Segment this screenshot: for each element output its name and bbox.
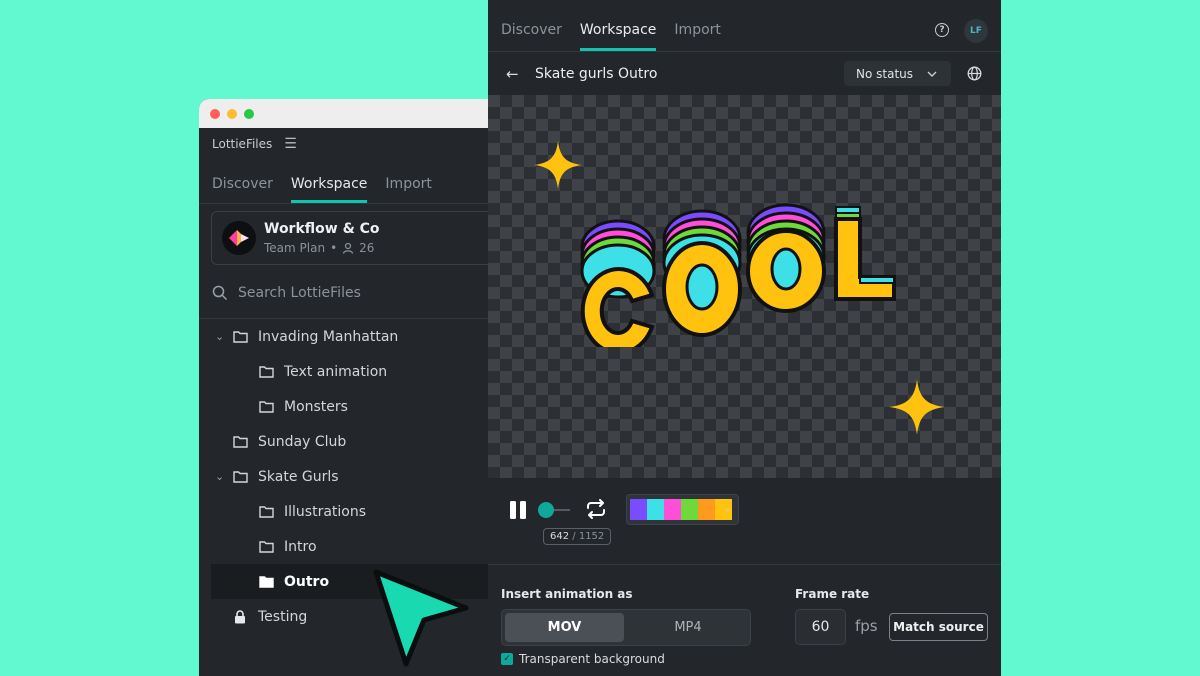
tree-item-label: Invading Manhattan	[258, 328, 399, 345]
transparent-background-option[interactable]: ✓ Transparent background	[501, 652, 665, 666]
palette-swatch	[698, 499, 715, 520]
frame-rate-input[interactable]: 60	[795, 609, 846, 645]
folder-icon	[259, 541, 274, 553]
globe-icon[interactable]	[967, 66, 982, 81]
export-settings: Insert animation as MOV MP4 ✓ Transparen…	[488, 566, 1001, 676]
current-frame: 642	[550, 531, 570, 542]
folder-icon	[233, 471, 248, 483]
folder-icon	[233, 436, 248, 448]
tab-workspace[interactable]: Workspace	[290, 176, 368, 203]
tree-item-intro[interactable]: Intro	[199, 529, 519, 564]
pointer-cursor-icon	[373, 569, 469, 667]
tree-item-label: Intro	[284, 538, 317, 555]
tree-item-label: Monsters	[284, 398, 348, 415]
folder-icon	[259, 401, 274, 413]
palette-swatch	[647, 499, 664, 520]
transparent-background-label: Transparent background	[519, 652, 665, 666]
back-arrow-icon[interactable]: ←	[506, 65, 519, 83]
maximize-window-button[interactable]	[244, 108, 254, 119]
lock-icon	[235, 609, 245, 623]
right-app-window: Discover Workspace Import ? LF ← Skate g…	[488, 0, 1001, 676]
right-nav-tabs: Discover Workspace Import ? LF	[488, 0, 1001, 52]
menu-icon[interactable]: ☰	[284, 136, 297, 152]
tab-discover[interactable]: Discover	[212, 176, 273, 203]
window-titlebar	[199, 99, 519, 128]
format-mov-button[interactable]: MOV	[505, 613, 624, 642]
tree-item-label: Testing	[258, 608, 308, 625]
tree-item-monsters[interactable]: Monsters	[199, 389, 519, 424]
format-toggle: MOV MP4	[501, 609, 751, 646]
tree-item-outro[interactable]: Outro	[211, 564, 519, 599]
folder-icon	[233, 331, 248, 343]
team-switcher[interactable]: Workflow & Co Team Plan • 26	[211, 211, 511, 265]
pause-icon[interactable]	[509, 500, 527, 520]
search-input[interactable]: Search LottieFiles	[238, 285, 361, 301]
frame-counter: 642 / 1152	[543, 528, 612, 545]
status-dropdown[interactable]: No status	[844, 61, 951, 86]
status-value: No status	[856, 66, 914, 81]
palette-swatch	[681, 499, 698, 520]
tree-item-label: Outro	[284, 573, 330, 590]
tree-item-label: Illustrations	[284, 503, 367, 520]
avatar[interactable]: LF	[964, 19, 988, 43]
tree-item-label: Text animation	[284, 363, 388, 380]
search-bar[interactable]: Search LottieFiles	[212, 285, 361, 301]
palette-swatch	[664, 499, 681, 520]
tree-item-invading-manhattan[interactable]: ⌄ Invading Manhattan	[199, 319, 519, 354]
chevron-down-icon[interactable]: ⌄	[215, 330, 227, 343]
tab-workspace[interactable]: Workspace	[579, 22, 657, 51]
tree-item-text-animation[interactable]: Text animation	[199, 354, 519, 389]
tree-item-label: Sunday Club	[258, 433, 347, 450]
sparkle-icon	[534, 141, 582, 189]
team-name: Workflow & Co	[264, 221, 380, 237]
total-frames: / 1152	[572, 531, 605, 542]
frame-rate-label: Frame rate	[795, 587, 870, 601]
transparent-background-checkbox[interactable]: ✓	[501, 653, 513, 665]
team-meta: Team Plan • 26	[264, 241, 380, 255]
player-controls: 642 / 1152 ⌄	[488, 478, 1001, 565]
team-member-count: 26	[359, 241, 375, 255]
team-plan: Team Plan	[264, 241, 326, 255]
team-logo	[222, 221, 256, 255]
minimize-window-button[interactable]	[227, 108, 237, 119]
loop-icon[interactable]	[585, 499, 607, 519]
animation-preview-canvas[interactable]	[488, 95, 1001, 478]
folder-icon	[259, 366, 274, 378]
folder-icon	[259, 506, 274, 518]
chevron-down-icon: ⌄	[723, 503, 732, 514]
sparkle-icon	[889, 379, 945, 435]
tab-discover[interactable]: Discover	[501, 22, 562, 51]
page-title: Skate gurls Outro	[535, 65, 658, 82]
tree-item-skate-gurls[interactable]: ⌄ Skate Gurls	[199, 459, 519, 494]
tree-item-label: Skate Gurls	[258, 468, 339, 485]
user-icon	[343, 242, 354, 254]
chevron-down-icon	[927, 71, 937, 77]
app-header: LottieFiles ☰	[199, 128, 519, 160]
animation-header: ← Skate gurls Outro No status	[488, 52, 1001, 95]
tree-item-illustrations[interactable]: Illustrations	[199, 494, 519, 529]
tab-import[interactable]: Import	[674, 22, 720, 51]
color-palette-dropdown[interactable]: ⌄	[626, 494, 739, 525]
meta-separator: •	[330, 241, 338, 255]
insert-as-label: Insert animation as	[501, 587, 633, 601]
tab-import[interactable]: Import	[385, 176, 431, 203]
fps-unit: fps	[855, 617, 878, 635]
cool-lettering-artwork	[580, 203, 896, 347]
close-window-button[interactable]	[210, 108, 220, 119]
format-mp4-button[interactable]: MP4	[626, 613, 750, 642]
app-name: LottieFiles	[212, 137, 273, 151]
palette-swatch	[630, 499, 647, 520]
timeline-track[interactable]	[552, 509, 570, 511]
search-icon	[212, 285, 228, 301]
left-nav-tabs: Discover Workspace Import	[199, 160, 519, 204]
tree-item-sunday-club[interactable]: Sunday Club	[199, 424, 519, 459]
chevron-down-icon[interactable]: ⌄	[215, 470, 227, 483]
help-icon[interactable]: ?	[935, 23, 949, 37]
palette-swatches	[630, 499, 732, 520]
match-source-button[interactable]: Match source	[889, 613, 988, 641]
timeline-scrubber[interactable]	[538, 502, 554, 518]
folder-icon	[259, 576, 274, 588]
